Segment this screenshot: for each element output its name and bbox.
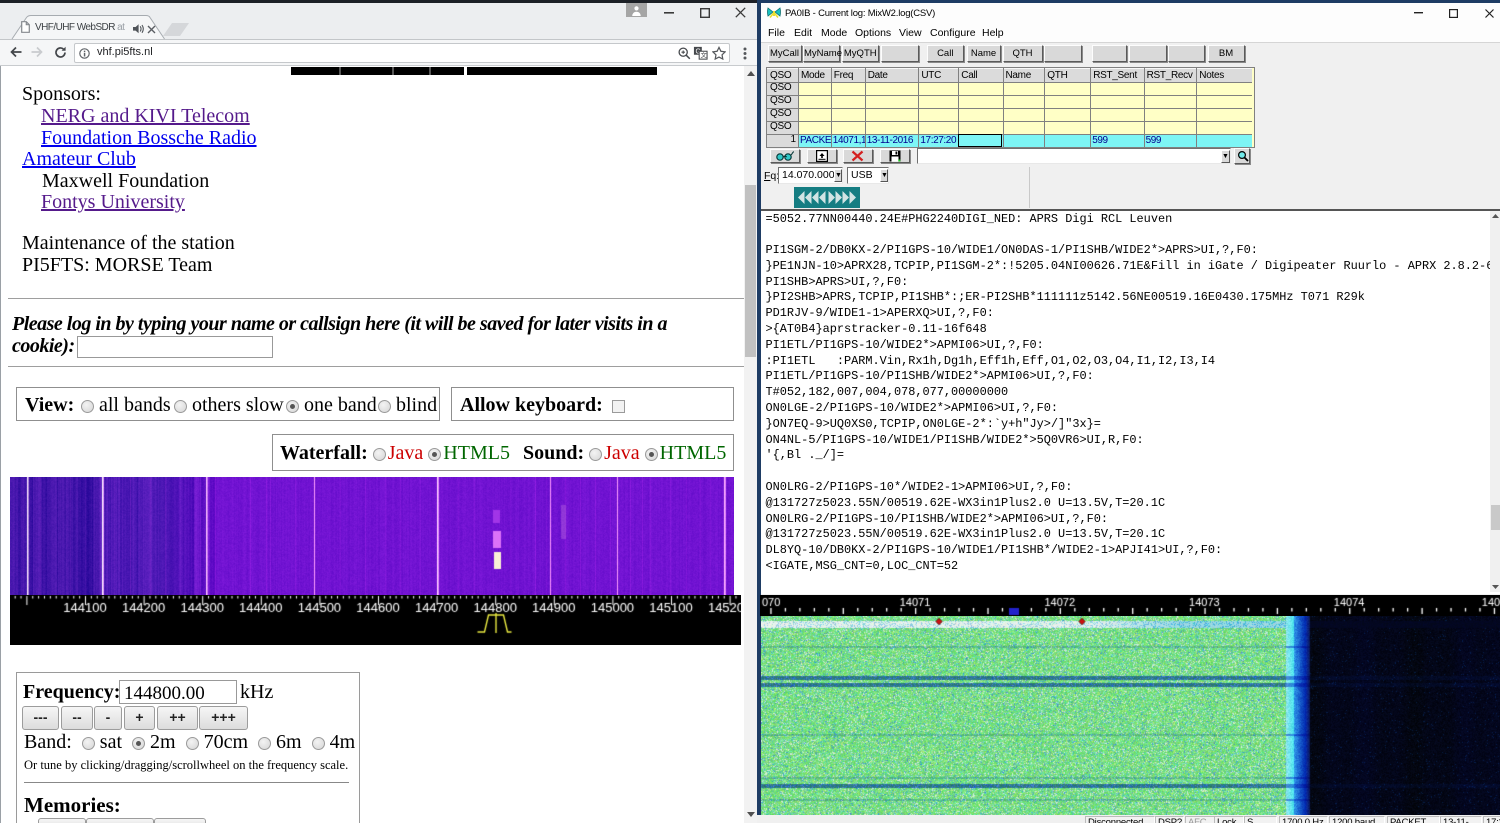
svg-text:文: 文: [701, 52, 707, 60]
